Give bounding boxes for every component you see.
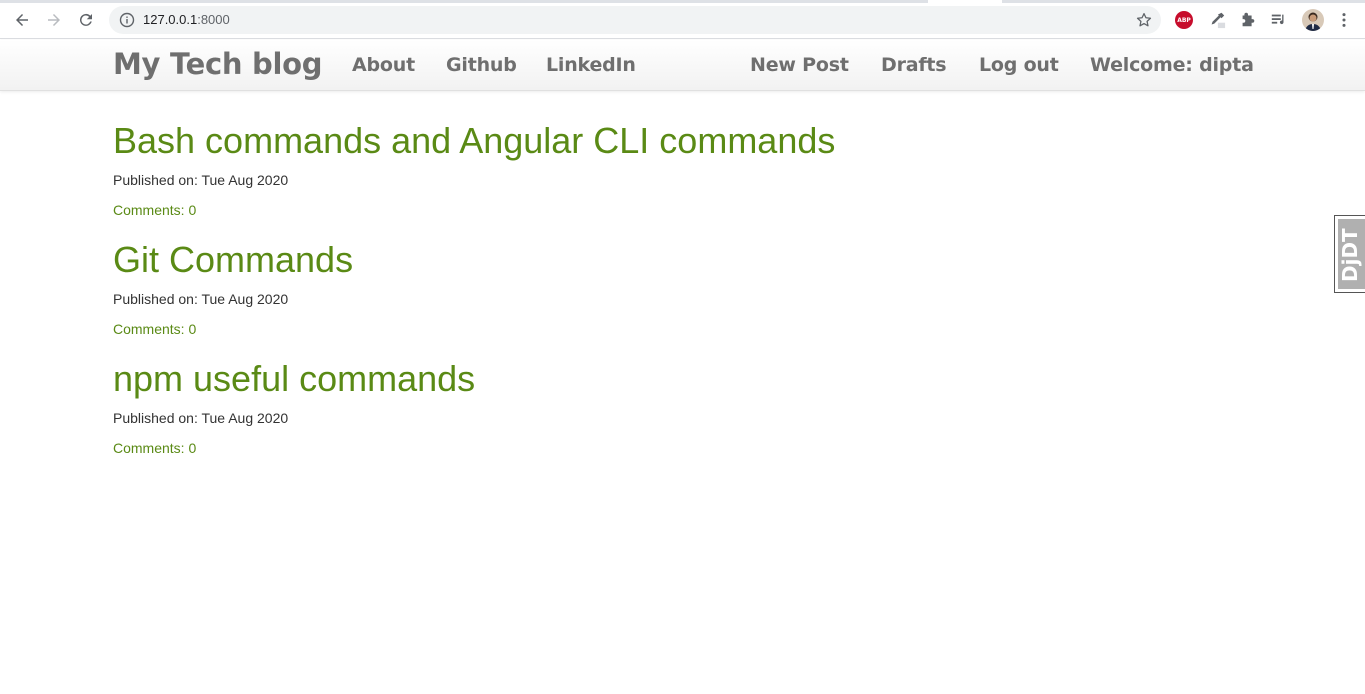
nav-drafts[interactable]: Drafts xyxy=(881,53,947,77)
debug-toolbar-handle[interactable]: DjDT xyxy=(1334,215,1365,293)
nav-new-post[interactable]: New Post xyxy=(750,53,849,77)
post-date: Published on: Tue Aug 2020 xyxy=(113,410,289,426)
profile-avatar[interactable] xyxy=(1302,9,1324,31)
back-icon[interactable] xyxy=(10,8,34,32)
address-bar[interactable]: 127.0.0.1:8000 xyxy=(109,6,1161,34)
puzzle-extensions-icon[interactable] xyxy=(1238,10,1258,30)
nav-welcome-user[interactable]: Welcome: dipta xyxy=(1090,53,1254,77)
post-date: Published on: Tue Aug 2020 xyxy=(113,172,289,188)
post-list: Bash commands and Angular CLI commands P… xyxy=(113,118,1213,475)
post-date: Published on: Tue Aug 2020 xyxy=(113,291,289,307)
nav-about[interactable]: About xyxy=(352,53,415,77)
forward-icon[interactable] xyxy=(42,8,66,32)
debug-toolbar-label: DjDT xyxy=(1338,228,1362,282)
adblock-plus-icon[interactable]: ABP xyxy=(1174,10,1194,30)
reading-list-icon[interactable] xyxy=(1269,10,1289,30)
post-comments-link[interactable]: Comments: 0 xyxy=(113,320,1213,338)
post-comments-link[interactable]: Comments: 0 xyxy=(113,439,1213,457)
nav-github[interactable]: Github xyxy=(446,53,517,77)
post-item: npm useful commands Published on: Tue Au… xyxy=(113,356,1213,475)
eyedropper-icon[interactable] xyxy=(1207,10,1227,30)
post-title[interactable]: Git Commands xyxy=(113,237,1213,283)
site-navbar: My Tech blog About Github LinkedIn New P… xyxy=(0,40,1365,91)
nav-linkedin[interactable]: LinkedIn xyxy=(546,53,636,77)
post-comments-link[interactable]: Comments: 0 xyxy=(113,201,1213,219)
post-item: Git Commands Published on: Tue Aug 2020 … xyxy=(113,237,1213,356)
nav-log-out[interactable]: Log out xyxy=(979,53,1059,77)
browser-toolbar: 127.0.0.1:8000 ABP xyxy=(0,0,1365,39)
tab-strip-edge xyxy=(0,0,1365,3)
site-info-icon[interactable] xyxy=(119,12,135,28)
url-text: 127.0.0.1:8000 xyxy=(143,12,230,27)
bookmark-star-icon[interactable] xyxy=(1135,11,1153,29)
post-item: Bash commands and Angular CLI commands P… xyxy=(113,118,1213,237)
post-title[interactable]: Bash commands and Angular CLI commands xyxy=(113,118,1213,164)
browser-menu-icon[interactable] xyxy=(1334,10,1354,30)
post-title[interactable]: npm useful commands xyxy=(113,356,1213,402)
reload-icon[interactable] xyxy=(74,8,98,32)
site-brand[interactable]: My Tech blog xyxy=(113,46,322,82)
